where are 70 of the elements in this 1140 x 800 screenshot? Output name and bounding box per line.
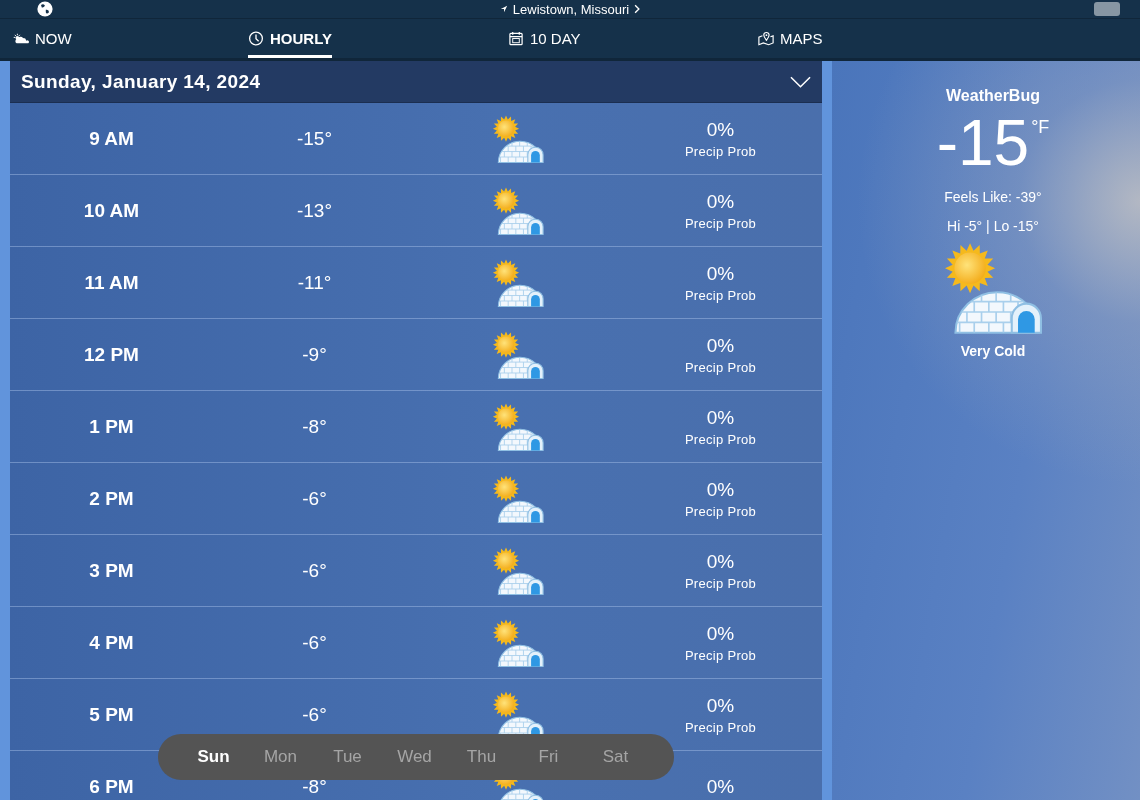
precip-label: Precip Prob — [684, 719, 757, 735]
precip-percent: 0% — [706, 406, 735, 429]
sun-igloo-icon — [944, 242, 1042, 334]
sun-igloo-icon — [491, 402, 544, 451]
hour-time: 6 PM — [89, 775, 134, 798]
feels-like: Feels Like: -39° — [944, 189, 1042, 205]
hour-temperature: -6° — [302, 487, 327, 510]
nav-tab[interactable]: HOURLY — [248, 19, 332, 58]
precip-percent: 0% — [706, 550, 735, 573]
hour-time: 3 PM — [89, 559, 134, 582]
hour-temperature: -11° — [297, 271, 332, 294]
sun-igloo-icon — [491, 618, 544, 667]
precip-percent: 0% — [706, 262, 735, 285]
location-arrow-icon — [499, 5, 508, 13]
hour-temperature: -6° — [302, 631, 327, 654]
source-name: WeatherBug — [946, 87, 1040, 105]
date-dropdown[interactable]: Sunday, January 14, 2024 — [10, 61, 822, 103]
hour-temperature: -8° — [302, 775, 327, 798]
globe-icon[interactable] — [37, 1, 53, 17]
precip-label: Precip Prob — [684, 647, 757, 663]
hour-temperature: -13° — [296, 199, 333, 222]
location-button[interactable]: Lewistown, Missouri — [499, 1, 641, 17]
precip-percent: 0% — [706, 478, 735, 501]
precip-label: Precip Prob — [684, 431, 757, 447]
hour-time: 1 PM — [89, 415, 134, 438]
calendar-icon — [508, 31, 524, 46]
high-low: Hi -5° | Lo -15° — [947, 218, 1039, 234]
clock-icon — [248, 31, 264, 46]
hour-time: 10 AM — [83, 199, 140, 222]
precip-percent: 0% — [706, 334, 735, 357]
map-pin-icon — [758, 31, 774, 46]
cloud-sun-icon — [13, 31, 29, 46]
sun-igloo-icon — [491, 114, 544, 163]
hour-time: 12 PM — [84, 343, 139, 366]
precip-percent: 0% — [706, 775, 735, 798]
nav-tab[interactable]: NOW — [13, 19, 72, 58]
sun-igloo-icon — [491, 186, 544, 235]
hour-temperature: -15° — [296, 127, 333, 150]
precip-label: Precip Prob — [684, 215, 757, 231]
condition-label: Very Cold — [960, 343, 1026, 359]
precip-label: Precip Prob — [684, 575, 757, 591]
sun-igloo-icon — [491, 330, 544, 379]
hour-temperature: -6° — [302, 559, 327, 582]
hour-time: 4 PM — [89, 631, 134, 654]
nav-tab[interactable]: MAPS — [758, 19, 823, 58]
hour-time: 11 AM — [84, 271, 139, 294]
tile-icon[interactable] — [1094, 2, 1120, 16]
precip-percent: 0% — [706, 118, 735, 141]
sun-igloo-icon — [491, 258, 544, 307]
current-temperature: -15 — [936, 111, 1030, 175]
hour-time: 2 PM — [89, 487, 134, 510]
precip-label: Precip Prob — [684, 503, 757, 519]
hour-temperature: -6° — [302, 703, 327, 726]
hour-time: 9 AM — [89, 127, 134, 150]
hour-temperature: -9° — [302, 343, 327, 366]
precip-label: Precip Prob — [684, 359, 757, 375]
precip-percent: 0% — [706, 622, 735, 645]
sun-igloo-icon — [491, 474, 544, 523]
chevron-down-icon — [790, 75, 811, 88]
sun-igloo-icon — [491, 546, 544, 595]
hour-temperature: -8° — [302, 415, 327, 438]
temperature-unit: °F — [1031, 117, 1050, 138]
nav-tab[interactable]: 10 DAY — [508, 19, 581, 58]
precip-percent: 0% — [706, 694, 735, 717]
hour-time: 5 PM — [89, 703, 134, 726]
day-tab[interactable]: Sun — [180, 747, 247, 767]
precip-label: Precip Prob — [684, 287, 757, 303]
chevron-right-icon — [634, 4, 641, 14]
precip-label: Precip Prob — [684, 143, 757, 159]
precip-percent: 0% — [706, 190, 735, 213]
